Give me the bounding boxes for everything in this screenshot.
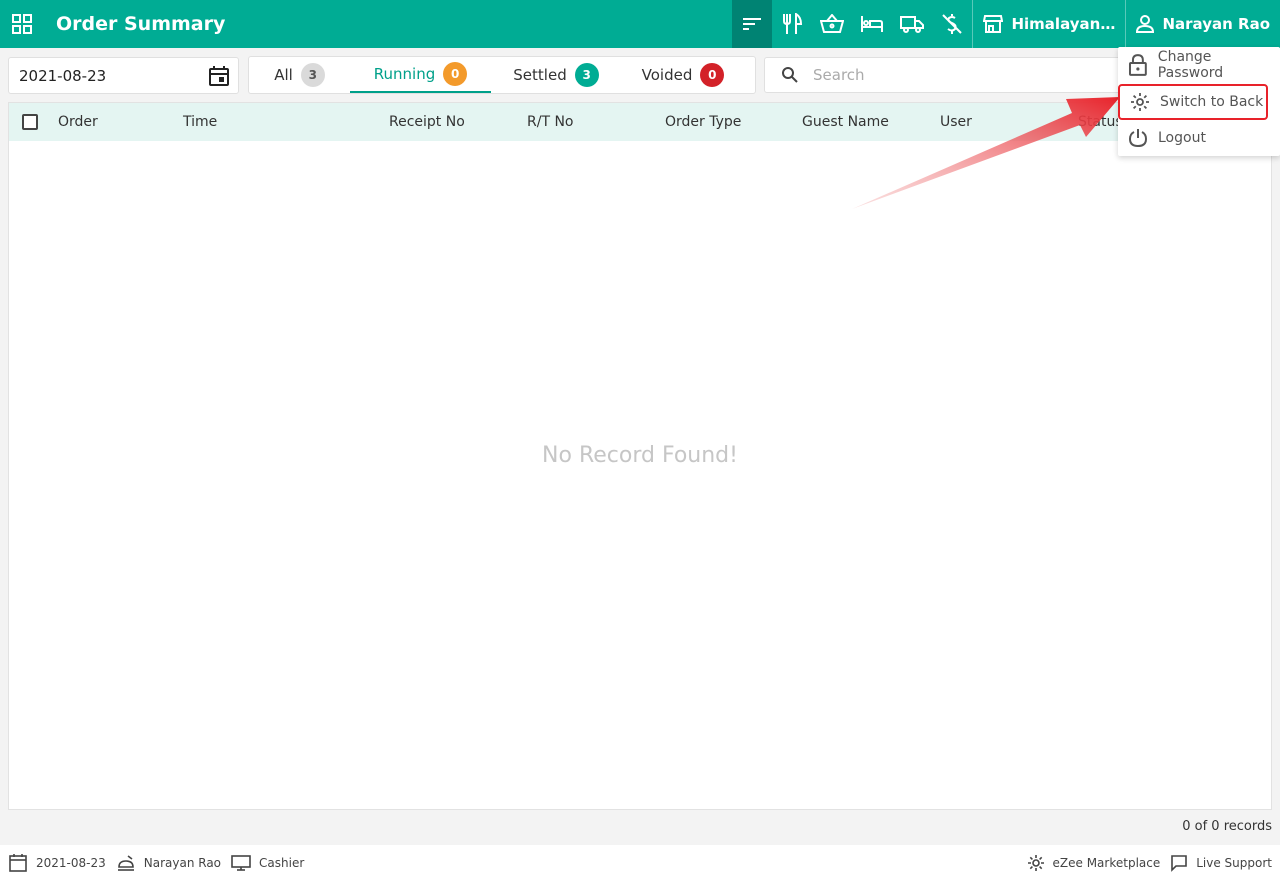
- tab-label: All: [274, 66, 293, 84]
- count-badge: 0: [443, 62, 468, 86]
- status-bar: 2021-08-23 Narayan Rao Cashier eZee Mark…: [0, 845, 1280, 881]
- date-picker[interactable]: 2021-08-23: [8, 57, 239, 94]
- marketplace-link[interactable]: eZee Marketplace: [1027, 854, 1161, 872]
- footer-date-value: 2021-08-23: [36, 856, 106, 870]
- footer-role-value: Cashier: [259, 856, 305, 870]
- menu-item-label: Change Password: [1157, 49, 1224, 81]
- select-all-checkbox[interactable]: [22, 114, 38, 130]
- tab-running[interactable]: Running 0: [350, 57, 491, 93]
- truck-icon[interactable]: [892, 0, 932, 48]
- tab-settled[interactable]: Settled 3: [491, 57, 621, 93]
- bed-icon[interactable]: [852, 0, 892, 48]
- tab-label: Voided: [641, 66, 693, 84]
- user-dropdown-menu: Change Password Switch to Back Logout: [1118, 47, 1280, 156]
- power-icon: [1128, 129, 1148, 148]
- column-header[interactable]: Order Type: [665, 114, 741, 130]
- chat-icon: [1171, 855, 1188, 872]
- monitor-icon: [231, 855, 251, 871]
- menu-item-label: Logout: [1158, 130, 1206, 146]
- gear-icon: [1027, 855, 1044, 871]
- user-menu-button[interactable]: Narayan Rao: [1126, 0, 1280, 48]
- footer-user: Narayan Rao: [116, 853, 221, 873]
- basket-icon[interactable]: [812, 0, 852, 48]
- lock-icon: [1128, 54, 1147, 76]
- cutlery-icon[interactable]: [772, 0, 812, 48]
- live-support-label: Live Support: [1196, 856, 1272, 870]
- sort-icon[interactable]: [732, 0, 773, 48]
- column-header[interactable]: Receipt No: [389, 114, 465, 130]
- change-password-item[interactable]: Change Password: [1118, 47, 1280, 83]
- property-selector[interactable]: Himalayan Kitchen: [973, 0, 1125, 48]
- page-title: Order Summary: [56, 13, 226, 35]
- count-badge: 3: [574, 63, 599, 87]
- no-money-icon[interactable]: [932, 0, 972, 48]
- live-support-link[interactable]: Live Support: [1170, 854, 1272, 872]
- switch-to-back-item[interactable]: Switch to Back: [1118, 84, 1268, 120]
- tab-all[interactable]: All 3: [249, 57, 350, 93]
- column-header[interactable]: Order: [58, 114, 98, 130]
- user-name: Narayan Rao: [1162, 15, 1270, 33]
- menu-item-label: Switch to Back: [1160, 94, 1264, 110]
- tab-voided[interactable]: Voided 0: [621, 57, 745, 93]
- column-header[interactable]: Time: [183, 114, 217, 130]
- food-tray-icon: [117, 855, 134, 871]
- logout-item[interactable]: Logout: [1118, 120, 1280, 156]
- empty-state-message: No Record Found!: [542, 443, 738, 468]
- count-badge: 0: [700, 63, 725, 87]
- count-badge: 3: [300, 63, 325, 87]
- column-header[interactable]: R/T No: [527, 114, 573, 130]
- date-value: 2021-08-23: [19, 66, 107, 85]
- search-icon: [782, 67, 798, 83]
- apps-grid-icon[interactable]: [0, 0, 44, 48]
- status-tabs: All 3 Running 0 Settled 3 Voided 0: [248, 56, 756, 94]
- footer-date: 2021-08-23: [8, 853, 106, 873]
- search-input[interactable]: [813, 66, 1093, 84]
- top-bar: Order Summary Himalayan Kitchen Narayan …: [0, 0, 1280, 48]
- annotation-arrow: [852, 97, 1120, 209]
- user-icon: [1136, 15, 1155, 33]
- calendar-icon[interactable]: [208, 65, 230, 91]
- store-icon: [983, 15, 1004, 33]
- gear-icon: [1131, 93, 1149, 111]
- footer-role: Cashier: [231, 854, 304, 872]
- records-count: 0 of 0 records: [1182, 819, 1272, 834]
- property-name: Himalayan Kitchen: [1011, 15, 1115, 33]
- tab-label: Settled: [513, 66, 567, 84]
- footer-user-name: Narayan Rao: [143, 856, 222, 870]
- calendar-icon: [9, 854, 27, 872]
- marketplace-label: eZee Marketplace: [1052, 856, 1161, 870]
- tab-label: Running: [373, 65, 436, 83]
